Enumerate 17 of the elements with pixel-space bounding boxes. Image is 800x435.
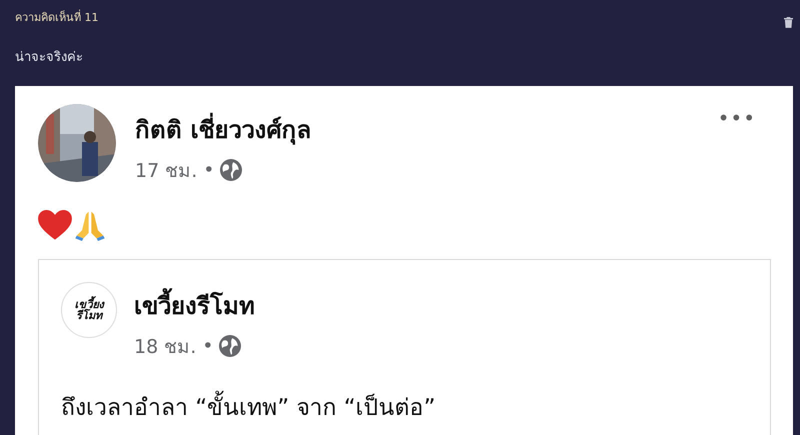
- post-time[interactable]: 18 ชม.: [134, 331, 196, 361]
- page-logo: เขวี้ยง รีโมท: [61, 282, 117, 338]
- page-name[interactable]: เขวี้ยงรีโมท: [134, 286, 255, 325]
- heart-icon: [38, 210, 72, 241]
- shared-post[interactable]: เขวี้ยง รีโมท เขวี้ยงรีโมท 18 ชม. • ถึงเวลาอำลา “ขั้นเทพ” จาก “เป็นต่อ”: [38, 259, 771, 435]
- post-text: ถึงเวลาอำลา “ขั้นเทพ” จาก “เป็นต่อ”: [61, 389, 770, 425]
- comment-number: ความคิดเห็นที่ 11: [15, 8, 98, 26]
- more-options-button[interactable]: •••: [718, 106, 756, 130]
- author-name[interactable]: กิตติ เชี่ยววงศ์กุล: [135, 110, 312, 149]
- globe-icon: [219, 335, 242, 357]
- post-time[interactable]: 17 ชม.: [135, 155, 198, 185]
- separator-dot: •: [202, 335, 214, 357]
- comment-text: น่าจะจริงค่ะ: [15, 49, 84, 67]
- globe-icon: [220, 159, 242, 181]
- praying-hands-icon: [74, 209, 106, 241]
- separator-dot: •: [203, 159, 214, 181]
- delete-icon[interactable]: [784, 17, 793, 28]
